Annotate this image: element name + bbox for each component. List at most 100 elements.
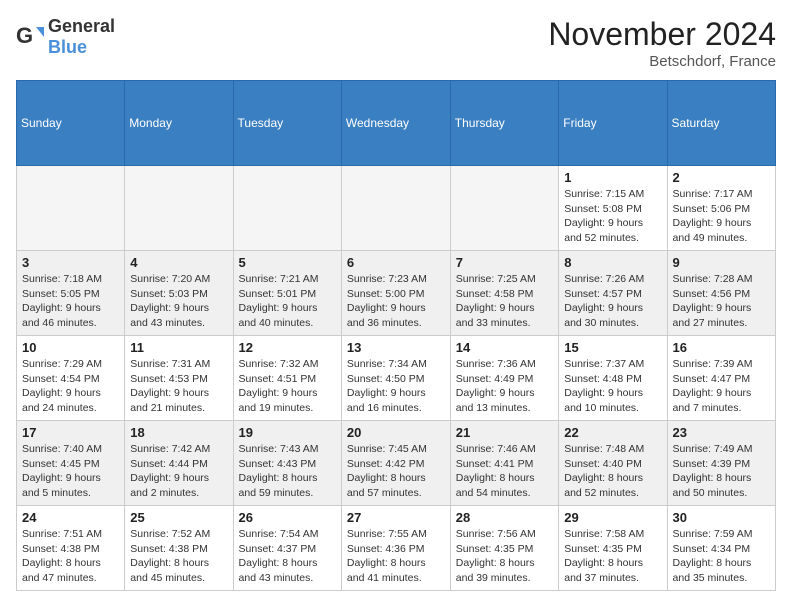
header-tuesday: Tuesday	[233, 81, 341, 166]
day-number: 25	[130, 510, 227, 525]
day-info: Sunrise: 7:28 AM Sunset: 4:56 PM Dayligh…	[673, 272, 770, 331]
table-row: 1 Sunrise: 7:15 AM Sunset: 5:08 PM Daylig…	[559, 166, 667, 251]
day-info: Sunrise: 7:23 AM Sunset: 5:00 PM Dayligh…	[347, 272, 445, 331]
table-row: 29Sunrise: 7:58 AM Sunset: 4:35 PM Dayli…	[559, 506, 667, 591]
month-title: November 2024	[548, 16, 776, 53]
day-info: Sunrise: 7:20 AM Sunset: 5:03 PM Dayligh…	[130, 272, 227, 331]
day-info: Sunrise: 7:18 AM Sunset: 5:05 PM Dayligh…	[22, 272, 119, 331]
day-info: Sunrise: 7:31 AM Sunset: 4:53 PM Dayligh…	[130, 357, 227, 416]
table-row: 10 Sunrise: 7:29 AM Sunset: 4:54 PM Dayli…	[17, 336, 125, 421]
table-row: 20 Sunrise: 7:45 AM Sunset: 4:42 PM Dayli…	[341, 421, 450, 506]
table-row: 15 Sunrise: 7:37 AM Sunset: 4:48 PM Dayli…	[559, 336, 667, 421]
calendar-week-row: 3Sunrise: 7:18 AM Sunset: 5:05 PM Daylig…	[17, 251, 776, 336]
logo-general: General	[48, 16, 115, 36]
day-number: 30	[673, 510, 770, 525]
table-row: 19 Sunrise: 7:43 AM Sunset: 4:43 PM Dayli…	[233, 421, 341, 506]
location-title: Betschdorf, France	[548, 53, 776, 70]
table-row: 11 Sunrise: 7:31 AM Sunset: 4:53 PM Dayli…	[125, 336, 233, 421]
calendar-week-row: 24Sunrise: 7:51 AM Sunset: 4:38 PM Dayli…	[17, 506, 776, 591]
table-row: 24Sunrise: 7:51 AM Sunset: 4:38 PM Dayli…	[17, 506, 125, 591]
day-info: Sunrise: 7:43 AM Sunset: 4:43 PM Dayligh…	[239, 442, 336, 501]
day-info: Sunrise: 7:34 AM Sunset: 4:50 PM Dayligh…	[347, 357, 445, 416]
table-row	[125, 166, 233, 251]
logo-icon: G	[16, 23, 44, 51]
day-number: 10	[22, 340, 119, 355]
day-info: Sunrise: 7:40 AM Sunset: 4:45 PM Dayligh…	[22, 442, 119, 501]
day-number: 14	[456, 340, 553, 355]
table-row: 21 Sunrise: 7:46 AM Sunset: 4:41 PM Dayli…	[450, 421, 558, 506]
day-info: Sunrise: 7:37 AM Sunset: 4:48 PM Dayligh…	[564, 357, 661, 416]
svg-text:G: G	[16, 23, 33, 48]
day-info: Sunrise: 7:39 AM Sunset: 4:47 PM Dayligh…	[673, 357, 770, 416]
day-info: Sunrise: 7:52 AM Sunset: 4:38 PM Dayligh…	[130, 527, 227, 586]
table-row: 17Sunrise: 7:40 AM Sunset: 4:45 PM Dayli…	[17, 421, 125, 506]
day-number: 5	[239, 255, 336, 270]
table-row: 18 Sunrise: 7:42 AM Sunset: 4:44 PM Dayli…	[125, 421, 233, 506]
table-row	[450, 166, 558, 251]
day-number: 20	[347, 425, 445, 440]
table-row: 7 Sunrise: 7:25 AM Sunset: 4:58 PM Daylig…	[450, 251, 558, 336]
table-row: 16 Sunrise: 7:39 AM Sunset: 4:47 PM Dayli…	[667, 336, 775, 421]
day-info: Sunrise: 7:58 AM Sunset: 4:35 PM Dayligh…	[564, 527, 661, 586]
day-number: 23	[673, 425, 770, 440]
day-number: 28	[456, 510, 553, 525]
day-number: 2	[673, 170, 770, 185]
day-info: Sunrise: 7:25 AM Sunset: 4:58 PM Dayligh…	[456, 272, 553, 331]
day-number: 18	[130, 425, 227, 440]
day-info: Sunrise: 7:26 AM Sunset: 4:57 PM Dayligh…	[564, 272, 661, 331]
day-info: Sunrise: 7:46 AM Sunset: 4:41 PM Dayligh…	[456, 442, 553, 501]
day-info: Sunrise: 7:55 AM Sunset: 4:36 PM Dayligh…	[347, 527, 445, 586]
day-number: 9	[673, 255, 770, 270]
day-number: 4	[130, 255, 227, 270]
weekday-header-row: Sunday Monday Tuesday Wednesday Thursday…	[17, 81, 776, 166]
logo: G General Blue	[16, 16, 115, 58]
day-info: Sunrise: 7:49 AM Sunset: 4:39 PM Dayligh…	[673, 442, 770, 501]
table-row	[341, 166, 450, 251]
day-info: Sunrise: 7:15 AM Sunset: 5:08 PM Dayligh…	[564, 187, 661, 246]
day-info: Sunrise: 7:21 AM Sunset: 5:01 PM Dayligh…	[239, 272, 336, 331]
day-info: Sunrise: 7:45 AM Sunset: 4:42 PM Dayligh…	[347, 442, 445, 501]
day-number: 19	[239, 425, 336, 440]
day-info: Sunrise: 7:32 AM Sunset: 4:51 PM Dayligh…	[239, 357, 336, 416]
header-saturday: Saturday	[667, 81, 775, 166]
day-number: 12	[239, 340, 336, 355]
day-number: 7	[456, 255, 553, 270]
table-row	[17, 166, 125, 251]
table-row: 3Sunrise: 7:18 AM Sunset: 5:05 PM Daylig…	[17, 251, 125, 336]
table-row: 12 Sunrise: 7:32 AM Sunset: 4:51 PM Dayli…	[233, 336, 341, 421]
table-row: 22 Sunrise: 7:48 AM Sunset: 4:40 PM Dayli…	[559, 421, 667, 506]
day-info: Sunrise: 7:29 AM Sunset: 4:54 PM Dayligh…	[22, 357, 119, 416]
calendar-week-row: 17Sunrise: 7:40 AM Sunset: 4:45 PM Dayli…	[17, 421, 776, 506]
table-row: 13Sunrise: 7:34 AM Sunset: 4:50 PM Dayli…	[341, 336, 450, 421]
table-row: 14Sunrise: 7:36 AM Sunset: 4:49 PM Dayli…	[450, 336, 558, 421]
table-row: 4 Sunrise: 7:20 AM Sunset: 5:03 PM Daylig…	[125, 251, 233, 336]
day-number: 11	[130, 340, 227, 355]
title-block: November 2024 Betschdorf, France	[548, 16, 776, 70]
day-info: Sunrise: 7:17 AM Sunset: 5:06 PM Dayligh…	[673, 187, 770, 246]
day-number: 26	[239, 510, 336, 525]
table-row: 9 Sunrise: 7:28 AM Sunset: 4:56 PM Daylig…	[667, 251, 775, 336]
day-number: 21	[456, 425, 553, 440]
day-number: 24	[22, 510, 119, 525]
day-number: 16	[673, 340, 770, 355]
table-row: 5 Sunrise: 7:21 AM Sunset: 5:01 PM Daylig…	[233, 251, 341, 336]
day-number: 22	[564, 425, 661, 440]
day-number: 8	[564, 255, 661, 270]
table-row: 30 Sunrise: 7:59 AM Sunset: 4:34 PM Dayli…	[667, 506, 775, 591]
day-number: 1	[564, 170, 661, 185]
table-row: 25 Sunrise: 7:52 AM Sunset: 4:38 PM Dayli…	[125, 506, 233, 591]
header-wednesday: Wednesday	[341, 81, 450, 166]
day-info: Sunrise: 7:48 AM Sunset: 4:40 PM Dayligh…	[564, 442, 661, 501]
table-row: 28 Sunrise: 7:56 AM Sunset: 4:35 PM Dayli…	[450, 506, 558, 591]
day-number: 27	[347, 510, 445, 525]
table-row	[233, 166, 341, 251]
day-info: Sunrise: 7:59 AM Sunset: 4:34 PM Dayligh…	[673, 527, 770, 586]
day-info: Sunrise: 7:42 AM Sunset: 4:44 PM Dayligh…	[130, 442, 227, 501]
day-number: 15	[564, 340, 661, 355]
header-friday: Friday	[559, 81, 667, 166]
table-row: 26Sunrise: 7:54 AM Sunset: 4:37 PM Dayli…	[233, 506, 341, 591]
day-info: Sunrise: 7:56 AM Sunset: 4:35 PM Dayligh…	[456, 527, 553, 586]
day-number: 6	[347, 255, 445, 270]
page-header: G General Blue November 2024 Betschdorf,…	[16, 16, 776, 70]
header-sunday: Sunday	[17, 81, 125, 166]
